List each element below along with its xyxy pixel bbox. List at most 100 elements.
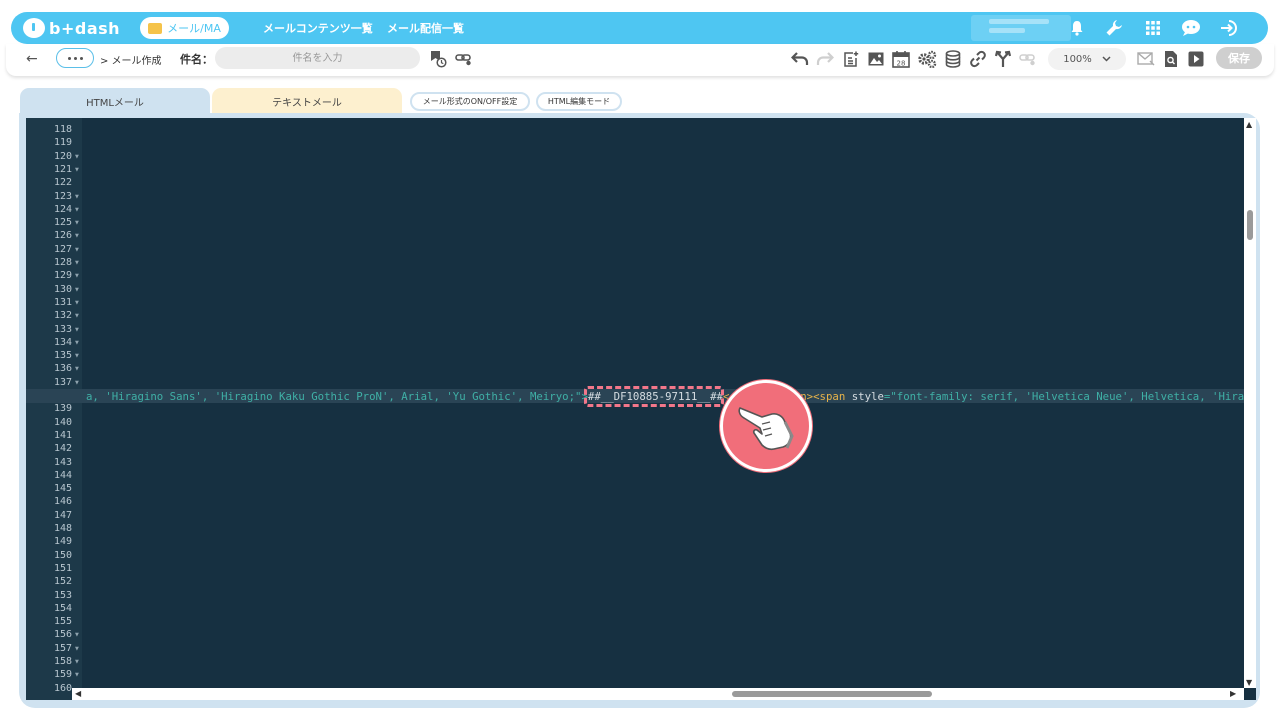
logo-icon bbox=[23, 18, 45, 38]
line-number: 154 bbox=[53, 602, 72, 614]
zoom-select[interactable]: 100% bbox=[1048, 48, 1126, 70]
redo-icon[interactable] bbox=[815, 49, 835, 69]
line-number: 139 bbox=[53, 403, 72, 415]
nav-mail-delivery-list[interactable]: メール配信一覧 bbox=[387, 20, 464, 36]
fold-arrow-icon[interactable]: ▼ bbox=[75, 260, 79, 266]
fold-arrow-icon[interactable]: ▼ bbox=[75, 353, 79, 359]
scroll-left-icon[interactable]: ◀ bbox=[75, 689, 81, 698]
code-style-value: ="font-family: serif, 'Helvetica Neue', … bbox=[883, 390, 1245, 403]
fold-arrow-icon[interactable]: ▼ bbox=[75, 233, 79, 239]
horizontal-scroll-thumb[interactable] bbox=[732, 691, 932, 697]
line-number: 147 bbox=[53, 509, 72, 521]
fold-arrow-icon[interactable]: ▼ bbox=[75, 632, 79, 638]
play-preview-icon[interactable] bbox=[1186, 49, 1206, 69]
fold-arrow-icon[interactable]: ▼ bbox=[75, 646, 79, 652]
line-number: 140 bbox=[53, 416, 72, 428]
test-mail-icon[interactable] bbox=[1136, 49, 1156, 69]
fold-arrow-icon[interactable]: ▼ bbox=[75, 366, 79, 372]
line-number: 136 bbox=[53, 363, 72, 375]
line-number: 159 bbox=[53, 669, 72, 681]
gears-icon[interactable] bbox=[917, 49, 937, 69]
fold-arrow-icon[interactable]: ▼ bbox=[75, 273, 79, 279]
line-number: 117 bbox=[26, 118, 72, 121]
svg-text:28: 28 bbox=[897, 59, 906, 67]
support-chat-icon[interactable] bbox=[1181, 18, 1201, 38]
bell-icon[interactable] bbox=[1067, 18, 1087, 38]
line-number: 120 bbox=[53, 150, 72, 162]
link-settings-icon[interactable] bbox=[454, 49, 474, 69]
line-number: 157 bbox=[53, 642, 72, 654]
editor-toolbar: ← > メール作成 件名： 28 bbox=[6, 44, 1274, 76]
preview-document-icon[interactable] bbox=[1161, 49, 1181, 69]
line-number: 156 bbox=[53, 629, 72, 641]
fold-arrow-icon[interactable]: ▼ bbox=[75, 247, 79, 253]
line-number: 123 bbox=[53, 190, 72, 202]
database-icon[interactable] bbox=[943, 49, 963, 69]
image-icon[interactable] bbox=[866, 49, 886, 69]
subject-input[interactable] bbox=[215, 47, 420, 69]
fold-arrow-icon[interactable]: ▼ bbox=[75, 313, 79, 319]
line-number: 126 bbox=[53, 230, 72, 242]
line-number: 144 bbox=[53, 469, 72, 481]
link-settings-disabled-icon[interactable] bbox=[1018, 49, 1038, 69]
nav-mail-content-list[interactable]: メールコンテンツ一覧 bbox=[263, 20, 373, 36]
fold-arrow-icon[interactable]: ▼ bbox=[75, 300, 79, 306]
vertical-scroll-thumb[interactable] bbox=[1247, 210, 1253, 240]
schedule-save-icon[interactable] bbox=[428, 49, 448, 69]
scroll-up-icon[interactable]: ▲ bbox=[1246, 120, 1252, 129]
fold-arrow-icon[interactable]: ▼ bbox=[75, 340, 79, 346]
calendar-icon[interactable]: 28 bbox=[891, 49, 911, 69]
code-opening-span-tag: <span bbox=[813, 390, 846, 403]
chevron-down-icon bbox=[1102, 56, 1111, 62]
line-number: 160 bbox=[53, 682, 72, 694]
wrench-icon[interactable] bbox=[1104, 18, 1124, 38]
fold-arrow-icon[interactable]: ▼ bbox=[75, 220, 79, 226]
fold-arrow-icon[interactable]: ▼ bbox=[75, 659, 79, 665]
tab-html-mail[interactable]: HTMLメール bbox=[20, 88, 210, 114]
fold-arrow-icon[interactable]: ▼ bbox=[75, 672, 79, 678]
mail-format-toggle-button[interactable]: メール形式のON/OFF設定 bbox=[410, 92, 530, 111]
tab-text-mail[interactable]: テキストメール bbox=[212, 88, 402, 114]
code-editor[interactable]: 117 118119120▼121▼122123▼124▼125▼126▼127… bbox=[26, 118, 1256, 700]
fold-arrow-icon[interactable]: ▼ bbox=[75, 207, 79, 213]
line-number: 118 bbox=[53, 124, 72, 135]
fold-arrow-icon[interactable]: ▼ bbox=[75, 167, 79, 173]
subject-label: 件名： bbox=[180, 53, 213, 66]
more-menu-button[interactable] bbox=[56, 48, 94, 68]
line-number: 153 bbox=[53, 589, 72, 601]
horizontal-scrollbar[interactable]: ◀ ▶ bbox=[72, 688, 1244, 700]
fold-arrow-icon[interactable]: ▼ bbox=[75, 154, 79, 160]
logout-icon[interactable] bbox=[1219, 18, 1239, 38]
link-icon[interactable] bbox=[968, 49, 988, 69]
vertical-scrollbar[interactable]: ▲ ▼ bbox=[1244, 118, 1256, 688]
line-number-gutter: 117 118119120▼121▼122123▼124▼125▼126▼127… bbox=[26, 118, 82, 700]
line-number: 132 bbox=[53, 310, 72, 322]
undo-icon[interactable] bbox=[790, 49, 810, 69]
folder-icon bbox=[148, 22, 163, 34]
zoom-value: 100% bbox=[1063, 53, 1092, 65]
line-number: 149 bbox=[53, 536, 72, 548]
line-number: 128 bbox=[53, 257, 72, 268]
fold-arrow-icon[interactable]: ▼ bbox=[75, 327, 79, 333]
line-number: 127 bbox=[53, 243, 72, 255]
html-edit-mode-button[interactable]: HTML編集モード bbox=[536, 92, 622, 111]
fold-arrow-icon[interactable]: ▼ bbox=[75, 194, 79, 200]
line-number: 151 bbox=[53, 562, 72, 574]
add-block-icon[interactable] bbox=[841, 49, 861, 69]
logo[interactable]: b+dash bbox=[23, 16, 120, 40]
scroll-right-icon[interactable]: ▶ bbox=[1230, 689, 1236, 698]
apps-grid-icon[interactable] bbox=[1143, 18, 1163, 38]
scroll-down-icon[interactable]: ▼ bbox=[1246, 678, 1252, 687]
user-info[interactable] bbox=[971, 15, 1071, 41]
save-button[interactable]: 保存 bbox=[1216, 47, 1262, 69]
branch-icon[interactable] bbox=[993, 49, 1013, 69]
logo-text: b+dash bbox=[49, 18, 121, 38]
code-font-family-value: a, 'Hiragino Sans', 'Hiragino Kaku Gothi… bbox=[86, 390, 588, 403]
back-arrow-icon[interactable]: ← bbox=[26, 51, 38, 67]
line-number: 148 bbox=[53, 523, 72, 534]
fold-arrow-icon[interactable]: ▼ bbox=[75, 287, 79, 293]
menu-mail-ma[interactable]: メール/MA bbox=[140, 17, 229, 39]
line-number: 146 bbox=[53, 496, 72, 508]
line-number: 134 bbox=[53, 336, 72, 348]
fold-arrow-icon[interactable]: ▼ bbox=[75, 380, 79, 386]
